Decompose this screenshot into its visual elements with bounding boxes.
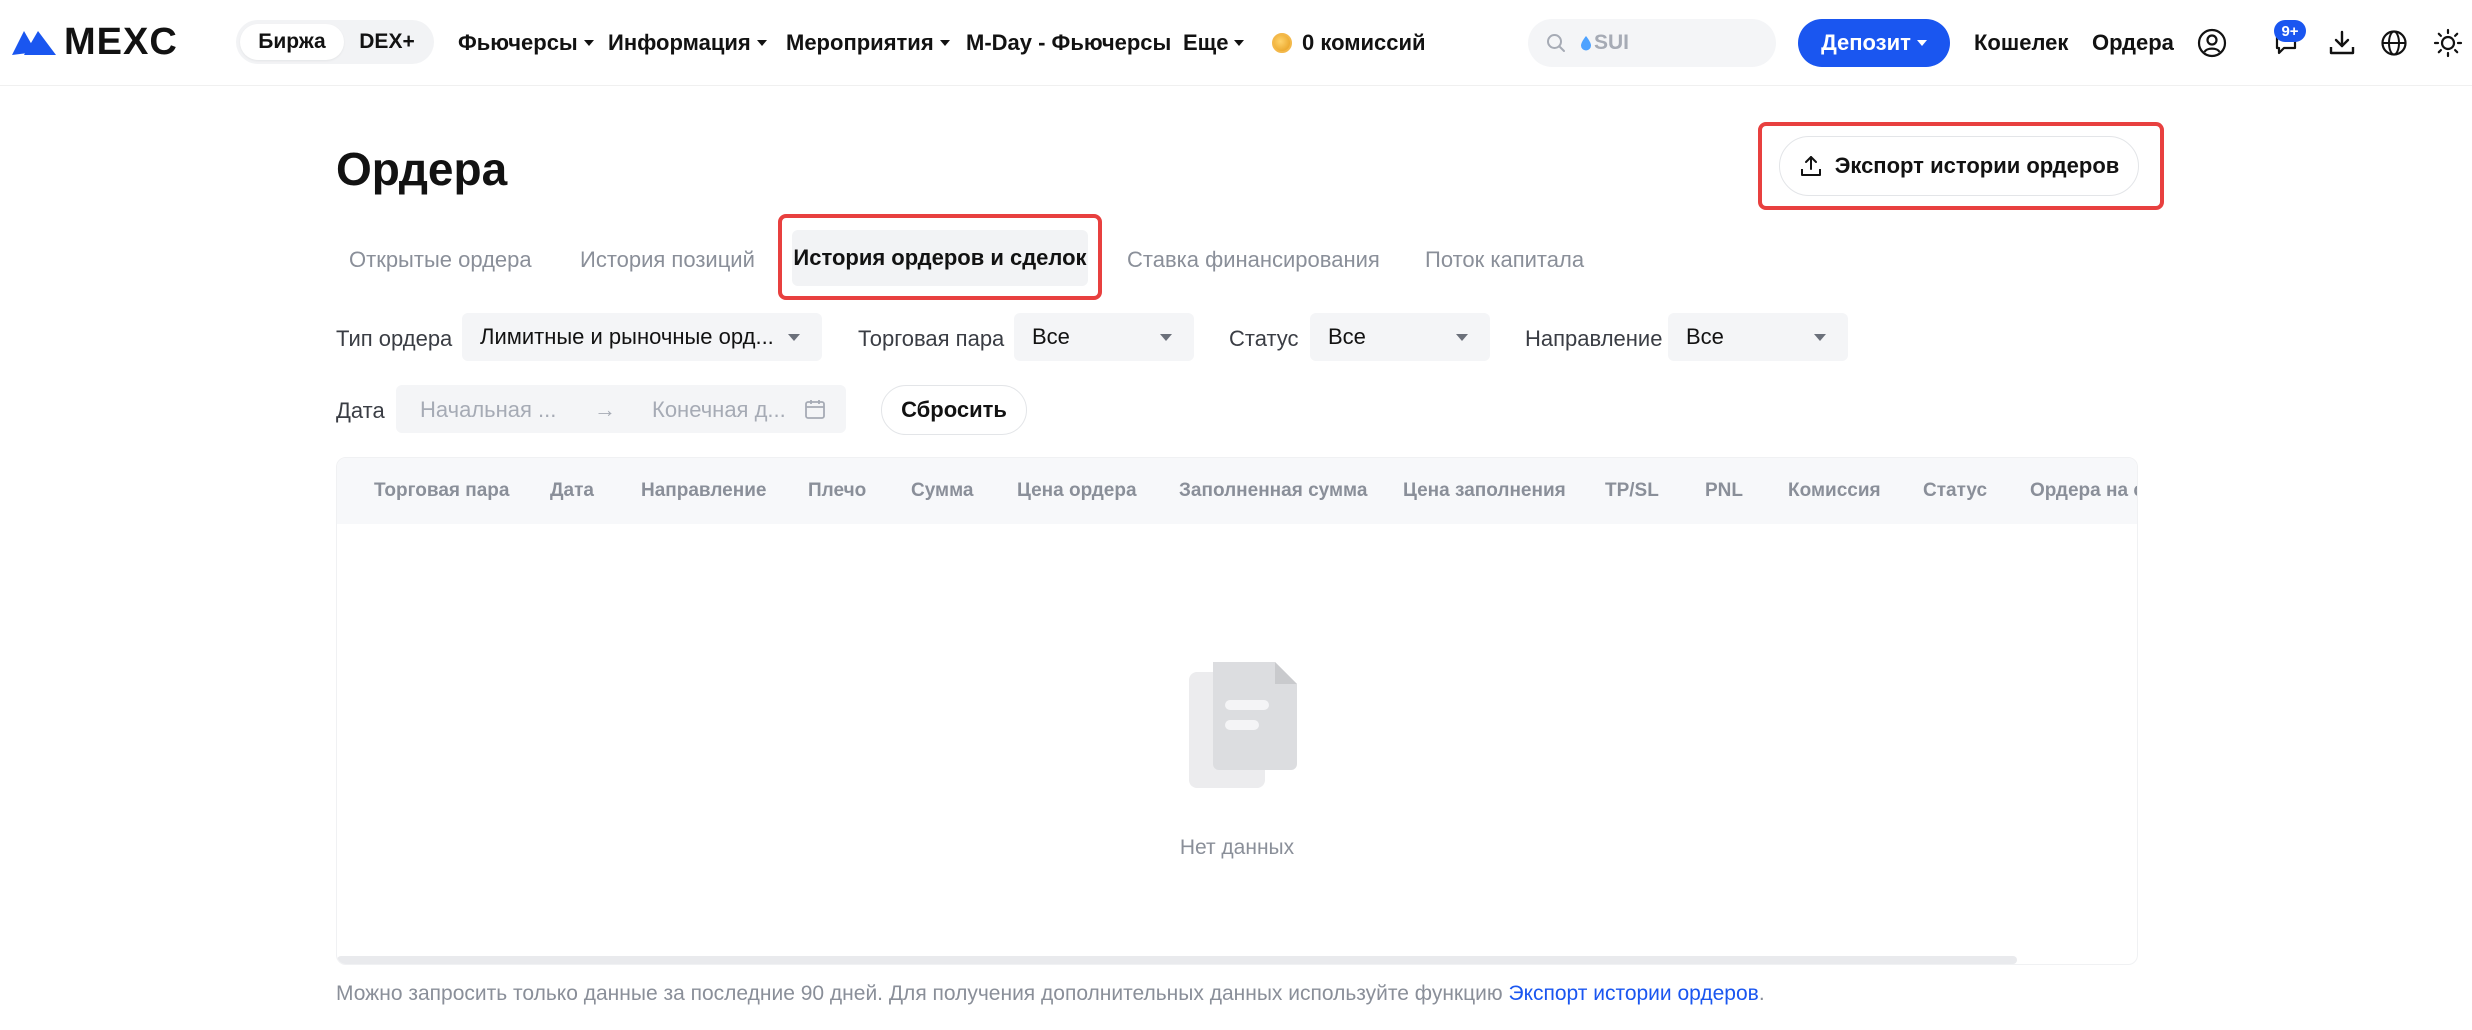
column-header: Заполненная сумма	[1179, 480, 1368, 501]
nav-events[interactable]: Мероприятия	[786, 0, 950, 86]
arrow-right-icon: →	[594, 397, 616, 422]
tab-funding-rate[interactable]: Ставка финансирования	[1127, 247, 1380, 273]
order-type-label: Тип ордера	[336, 326, 453, 351]
chevron-down-icon	[583, 40, 594, 46]
chevron-down-icon	[939, 40, 950, 46]
chevron-down-icon	[1160, 334, 1172, 341]
column-header: Дата	[550, 480, 594, 501]
nav-zero-fee[interactable]: 0 комиссий	[1272, 0, 1426, 86]
chevron-down-icon	[1456, 334, 1468, 341]
pair-value: Все	[1032, 324, 1070, 349]
column-header: Цена ордера	[1017, 480, 1137, 501]
chevron-down-icon	[756, 40, 767, 46]
empty-state-text: Нет данных	[1179, 836, 1295, 859]
footnote-text: Можно запросить только данные за последн…	[336, 982, 1509, 1005]
upload-icon	[1800, 156, 1821, 176]
nav-events-label: Мероприятия	[786, 30, 934, 55]
sui-drop-icon	[1581, 36, 1591, 51]
reset-button[interactable]: Сбросить	[881, 385, 1027, 435]
column-header: Цена заполнения	[1403, 480, 1566, 501]
tab-capital-flow[interactable]: Поток капитала	[1425, 247, 1584, 273]
direction-label: Направление	[1525, 326, 1663, 351]
nav-mday-label: M-Day - Фьючерсы	[966, 30, 1172, 55]
switch-dex[interactable]: DEX+	[344, 24, 430, 60]
order-type-value: Лимитные и рыночные орд...	[480, 324, 774, 349]
deposit-button[interactable]: Депозит	[1798, 19, 1950, 67]
search-icon	[1547, 34, 1565, 52]
footnote-export-link[interactable]: Экспорт истории ордеров	[1508, 982, 1758, 1005]
deposit-label: Депозит	[1821, 30, 1911, 55]
search-placeholder: SUI	[1594, 31, 1630, 54]
coin-icon	[1272, 33, 1292, 53]
date-label: Дата	[336, 398, 385, 423]
column-header: Ордера на с	[2030, 480, 2138, 501]
wallet-link[interactable]: Кошелек	[1974, 0, 2068, 86]
date-end-input[interactable]: Конечная д...	[652, 397, 786, 423]
order-type-select[interactable]: Лимитные и рыночные орд...	[462, 313, 822, 361]
logo-text: MEXC	[64, 20, 178, 63]
nav-futures-label: Фьючерсы	[458, 30, 578, 55]
calendar-icon	[805, 400, 825, 419]
column-header: Комиссия	[1788, 480, 1881, 501]
search-input[interactable]: SUI	[1528, 19, 1776, 67]
date-range-picker[interactable]: Начальная ... → Конечная д...	[396, 385, 846, 433]
orders-table: Торговая пара Дата Направление Плечо Сум…	[336, 457, 2138, 965]
mexc-logo[interactable]: MEXC	[10, 20, 178, 63]
notification-badge: 9+	[2274, 20, 2306, 42]
column-header: Плечо	[808, 480, 867, 501]
column-header: Направление	[641, 480, 767, 501]
nav-information[interactable]: Информация	[608, 0, 767, 86]
nav-futures[interactable]: Фьючерсы	[458, 0, 594, 86]
pair-select[interactable]: Все	[1014, 313, 1194, 361]
mexc-logo-icon	[12, 31, 56, 55]
direction-value: Все	[1686, 324, 1724, 349]
table-header: Торговая пара Дата Направление Плечо Сум…	[337, 458, 2137, 524]
theme-sun-icon[interactable]	[2432, 27, 2464, 59]
status-value: Все	[1328, 324, 1366, 349]
globe-icon[interactable]	[2378, 27, 2410, 59]
chevron-down-icon	[1234, 40, 1245, 46]
nav-more-label: Еще	[1183, 30, 1229, 55]
pair-label: Торговая пара	[858, 326, 1005, 351]
tab-order-trade-history[interactable]: История ордеров и сделок	[792, 230, 1088, 286]
direction-select[interactable]: Все	[1668, 313, 1848, 361]
nav-mday-futures[interactable]: M-Day - Фьючерсы	[966, 0, 1171, 86]
chevron-down-icon	[1814, 334, 1826, 341]
footnote-end: .	[1758, 982, 1765, 1005]
export-order-history-button[interactable]: Экспорт истории ордеров	[1779, 136, 2139, 196]
column-header: TP/SL	[1605, 480, 1659, 501]
column-header: Сумма	[911, 480, 974, 501]
column-header: PNL	[1705, 480, 1743, 501]
nav-zero-fee-label: 0 комиссий	[1302, 30, 1426, 55]
status-label: Статус	[1229, 326, 1299, 351]
top-header: MEXC Биржа DEX+ Фьючерсы Информация Меро…	[0, 0, 2472, 86]
download-icon[interactable]	[2326, 27, 2358, 59]
history-footnote: Можно запросить только данные за последн…	[336, 982, 1765, 1006]
switch-exchange[interactable]: Биржа	[240, 24, 344, 60]
market-switch: Биржа DEX+	[236, 20, 434, 64]
chevron-down-icon	[788, 334, 800, 341]
export-label: Экспорт истории ордеров	[1834, 153, 2120, 178]
nav-more[interactable]: Еще	[1183, 0, 1245, 86]
nav-information-label: Информация	[608, 30, 751, 55]
column-header: Торговая пара	[374, 480, 510, 501]
user-icon[interactable]	[2196, 27, 2228, 59]
empty-document-icon	[1189, 662, 1297, 788]
page-title: Ордера	[336, 143, 508, 195]
tab-open-orders[interactable]: Открытые ордера	[349, 247, 532, 273]
tab-position-history[interactable]: История позиций	[580, 247, 755, 273]
orders-link[interactable]: Ордера	[2092, 0, 2174, 86]
date-start-input[interactable]: Начальная ...	[420, 397, 556, 423]
column-header: Статус	[1923, 480, 1988, 501]
horizontal-scrollbar[interactable]	[337, 956, 2017, 964]
chevron-down-icon	[1916, 40, 1927, 46]
status-select[interactable]: Все	[1310, 313, 1490, 361]
